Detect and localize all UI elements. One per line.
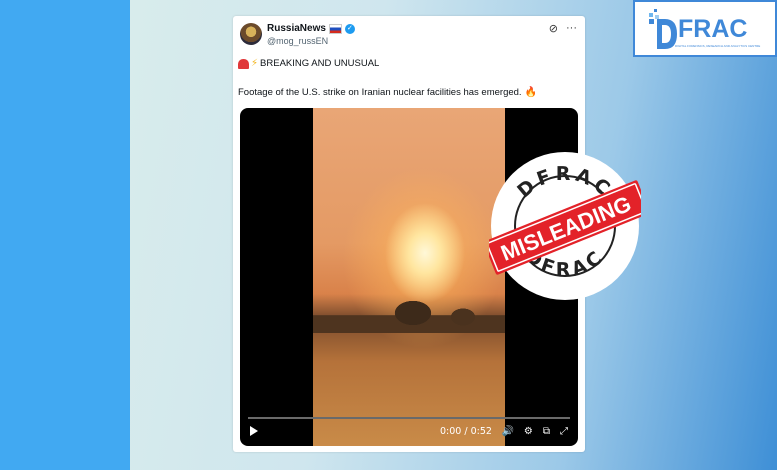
video-control-icons: 🔊 ⚙ ⧉ ⤢ [501, 426, 568, 437]
tweet-headline: BREAKING AND UNUSUAL [260, 58, 380, 69]
video-time: 0:00 / 0:52 [440, 425, 492, 437]
settings-icon[interactable]: ⚙ [524, 426, 533, 437]
dfrac-d-icon [649, 9, 677, 49]
dfrac-wordmark: FRAC [678, 15, 748, 43]
verified-badge-icon: ✓ [344, 23, 355, 34]
tweet-top-icons: ⊘ ··· [549, 22, 577, 35]
volume-icon[interactable]: 🔊 [501, 426, 513, 437]
tweet-body: Footage of the U.S. strike on Iranian nu… [238, 87, 522, 98]
lightning-icon: ⚡ [251, 58, 259, 69]
tweet-body-row: Footage of the U.S. strike on Iranian nu… [238, 87, 537, 98]
video-frame [313, 108, 505, 446]
video-progress-bar[interactable] [248, 417, 570, 419]
dfrac-tagline: DIGITAL FORENSICS, RESEARCH AND ANALYTIC… [675, 44, 761, 48]
play-icon[interactable] [250, 426, 258, 436]
video-treeline [313, 293, 505, 333]
tweet-headline-row: ⚡ BREAKING AND UNUSUAL [238, 58, 379, 69]
pip-icon[interactable]: ⧉ [543, 426, 550, 437]
account-name[interactable]: RussiaNews [267, 23, 326, 34]
avatar[interactable] [240, 23, 262, 45]
video-controls: 0:00 / 0:52 🔊 ⚙ ⧉ ⤢ [240, 422, 578, 440]
fire-icon: 🔥 [524, 87, 538, 98]
left-background [0, 0, 130, 470]
account-name-row[interactable]: RussiaNews ✓ [267, 23, 355, 34]
account-handle[interactable]: @mog_russEN [267, 36, 328, 46]
grok-icon[interactable]: ⊘ [549, 22, 558, 35]
misleading-stamp: DFRAC DFRAC MISLEADING [489, 152, 641, 300]
dfrac-logo: FRAC DIGITAL FORENSICS, RESEARCH AND ANA… [633, 0, 777, 57]
russia-flag-icon [328, 23, 342, 34]
siren-icon [238, 58, 249, 69]
fullscreen-icon[interactable]: ⤢ [560, 426, 568, 437]
more-options-icon[interactable]: ··· [566, 22, 577, 35]
